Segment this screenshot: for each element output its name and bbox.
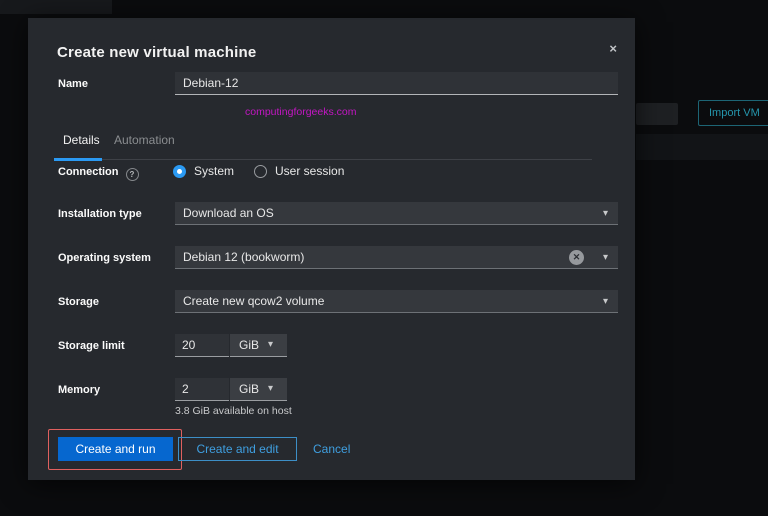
storage-label: Storage	[58, 296, 99, 308]
active-tab-underline	[54, 158, 102, 161]
masthead-strip	[0, 0, 112, 14]
operating-system-label: Operating system	[58, 252, 151, 264]
radio-user-session-label: User session	[275, 164, 344, 178]
cancel-button[interactable]: Cancel	[313, 437, 350, 461]
storage-limit-label: Storage limit	[58, 340, 125, 352]
connection-label: Connection?	[58, 166, 139, 181]
radio-selected-icon	[173, 165, 186, 178]
storage-limit-input[interactable]	[175, 334, 229, 357]
memory-input[interactable]	[175, 378, 229, 401]
caret-down-icon: ▾	[603, 253, 608, 263]
vm-table-band	[636, 134, 768, 160]
clear-icon[interactable]: ✕	[569, 250, 584, 265]
tab-automation-label: Automation	[114, 133, 175, 147]
create-and-run-button[interactable]: Create and run	[58, 437, 173, 461]
import-vm-button[interactable]: Import VM	[698, 100, 768, 126]
create-vm-dialog: Create new virtual machine × Name comput…	[28, 18, 635, 480]
storage-limit-unit-select[interactable]: GiB ▾	[230, 334, 287, 357]
caret-down-icon: ▾	[268, 384, 273, 394]
installation-type-label: Installation type	[58, 208, 142, 220]
connection-radio-group: System User session	[173, 164, 344, 178]
caret-down-icon: ▾	[268, 340, 273, 350]
installation-type-select[interactable]: Download an OS ▾	[175, 202, 618, 225]
name-label: Name	[58, 78, 88, 90]
tab-details-label: Details	[63, 133, 100, 147]
help-icon[interactable]: ?	[126, 168, 139, 181]
watermark-text: computingforgeeks.com	[245, 106, 356, 118]
radio-unselected-icon	[254, 165, 267, 178]
storage-limit-unit-value: GiB	[239, 338, 259, 352]
storage-select[interactable]: Create new qcow2 volume ▾	[175, 290, 618, 313]
page: Import VM Create new virtual machine × N…	[0, 0, 768, 516]
radio-user-session[interactable]: User session	[254, 164, 344, 178]
caret-down-icon: ▾	[603, 297, 608, 307]
name-input[interactable]	[175, 72, 618, 95]
installation-type-value: Download an OS	[183, 206, 274, 220]
close-icon[interactable]: ×	[609, 42, 617, 55]
connection-label-text: Connection	[58, 166, 119, 178]
tabs-bar: Details Automation	[54, 130, 592, 160]
memory-unit-select[interactable]: GiB ▾	[230, 378, 287, 401]
create-and-edit-button[interactable]: Create and edit	[178, 437, 297, 461]
dialog-title: Create new virtual machine	[57, 44, 256, 61]
tab-automation[interactable]: Automation	[114, 133, 175, 147]
radio-system-label: System	[194, 164, 234, 178]
operating-system-select[interactable]: Debian 12 (bookworm) ✕ ▾	[175, 246, 618, 269]
tab-details[interactable]: Details	[63, 133, 100, 147]
radio-system[interactable]: System	[173, 164, 234, 178]
storage-value: Create new qcow2 volume	[183, 294, 324, 308]
memory-unit-value: GiB	[239, 382, 259, 396]
memory-label: Memory	[58, 384, 100, 396]
memory-helper-text: 3.8 GiB available on host	[175, 405, 292, 417]
operating-system-value: Debian 12 (bookworm)	[183, 250, 304, 264]
filter-input[interactable]	[636, 103, 678, 125]
caret-down-icon: ▾	[603, 209, 608, 219]
